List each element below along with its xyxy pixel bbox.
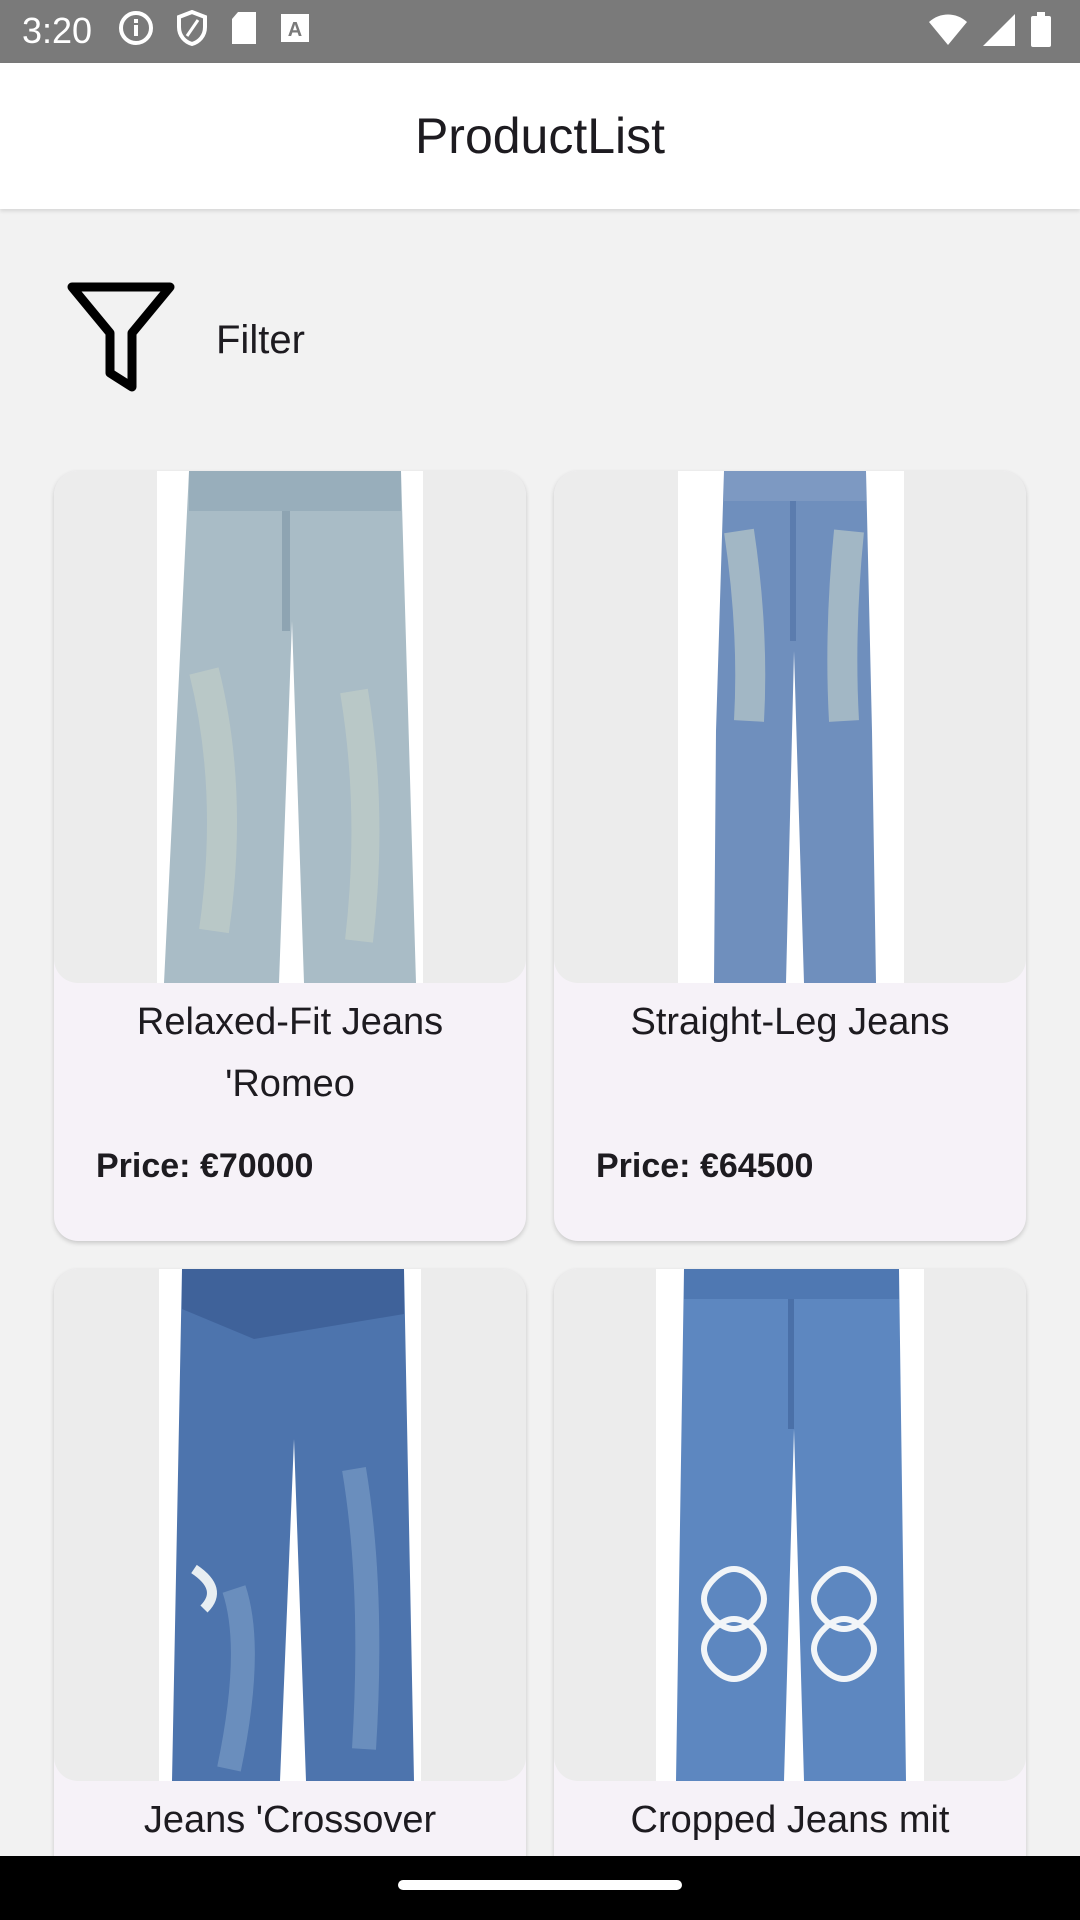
product-image: [554, 1269, 1026, 1781]
wifi-icon: [928, 13, 968, 52]
status-time: 3:20: [22, 10, 93, 51]
system-nav-bar: [0, 1856, 1080, 1920]
product-card[interactable]: Relaxed-Fit Jeans 'Romeo Price: €70000: [54, 471, 526, 1241]
product-title: Straight-Leg Jeans: [630, 1001, 950, 1043]
product-price: Price: €70000: [96, 1147, 314, 1185]
status-icons-right: [928, 12, 1052, 53]
text-a-icon: A: [280, 13, 310, 48]
sd-card-icon: [230, 10, 258, 51]
filter-button[interactable]: Filter: [60, 280, 305, 400]
product-title: Relaxed-Fit Jeans 'Romeo: [136, 1001, 444, 1105]
product-image: [54, 1269, 526, 1781]
product-card[interactable]: Jeans 'Crossover: [54, 1269, 526, 1889]
app-bar: ProductList: [0, 63, 1080, 209]
home-handle[interactable]: [398, 1880, 682, 1890]
status-icons-left: A: [118, 9, 310, 51]
status-bar: 3:20 A: [0, 0, 1080, 63]
signal-icon: [982, 13, 1016, 52]
product-card[interactable]: Cropped Jeans mit: [554, 1269, 1026, 1889]
product-image: [54, 471, 526, 983]
product-image: [554, 471, 1026, 983]
info-icon: [118, 10, 154, 51]
product-title: Cropped Jeans mit: [630, 1799, 950, 1841]
product-grid: Relaxed-Fit Jeans 'Romeo Price: €70000 S…: [54, 471, 1026, 1889]
product-title: Jeans 'Crossover: [143, 1799, 437, 1841]
filter-label: Filter: [216, 317, 305, 362]
battery-icon: [1030, 12, 1052, 53]
product-price: Price: €64500: [596, 1147, 814, 1185]
shield-icon: [176, 9, 208, 51]
page-title: ProductList: [414, 108, 666, 164]
filter-icon: [60, 277, 182, 404]
svg-text:A: A: [288, 19, 302, 41]
product-card[interactable]: Straight-Leg Jeans Price: €64500: [554, 471, 1026, 1241]
